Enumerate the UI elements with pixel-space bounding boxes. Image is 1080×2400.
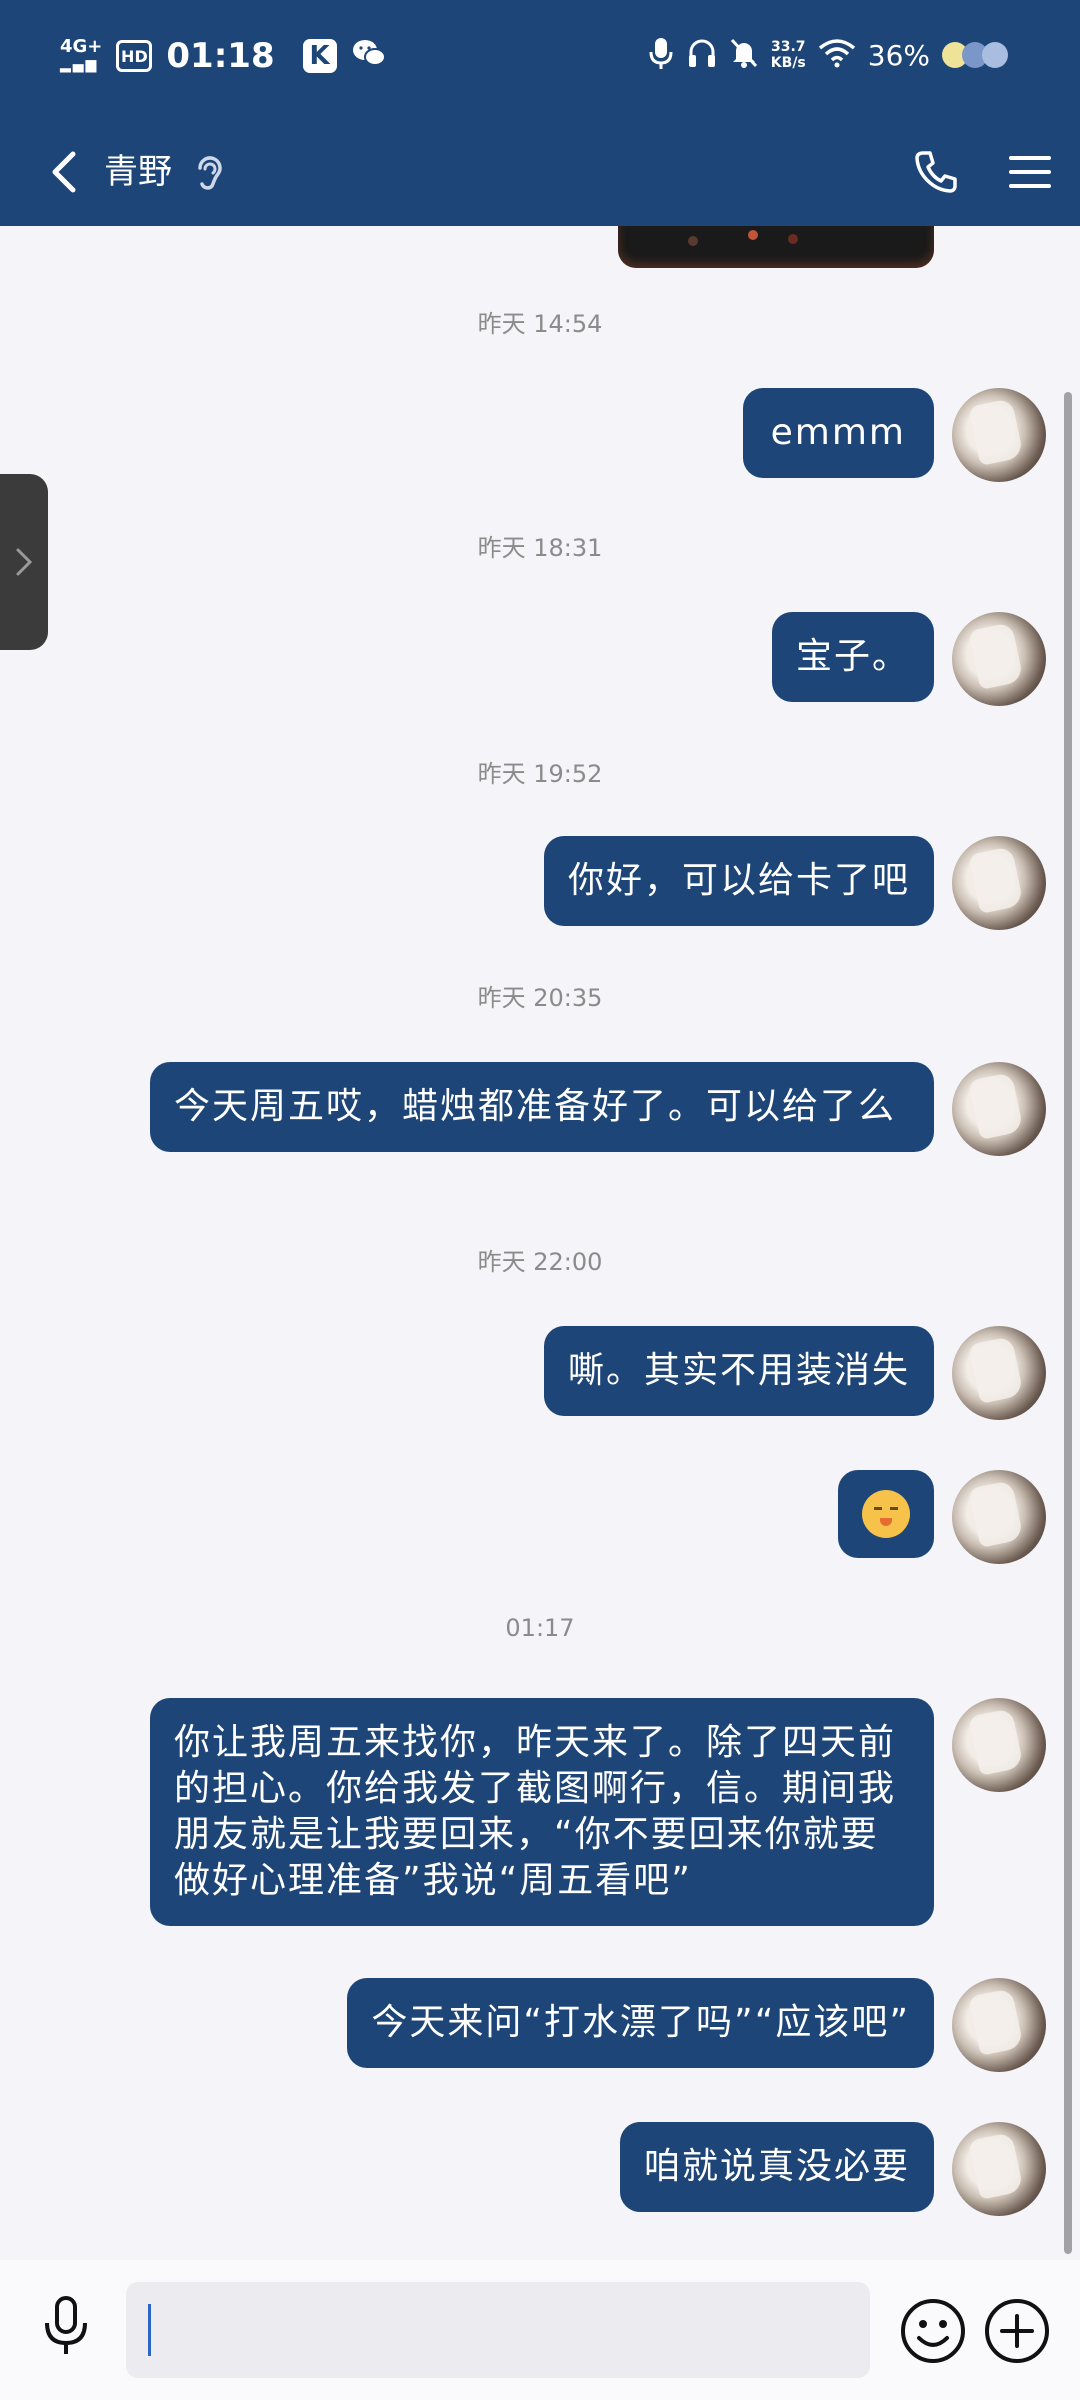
message-bubble[interactable]: 今天来问“打水漂了吗”“应该吧” xyxy=(347,1978,934,2068)
timestamp: 01:17 xyxy=(505,1614,575,1642)
avatar[interactable] xyxy=(952,1470,1046,1564)
notification-dots-icon xyxy=(942,42,1008,68)
message-bubble[interactable]: 今天周五哎，蜡烛都准备好了。可以给了么 xyxy=(150,1062,934,1152)
phone-icon xyxy=(915,151,957,193)
input-bar xyxy=(0,2260,1080,2400)
network-speed: 33.7 KB/s xyxy=(771,39,806,71)
status-bar: 4G+ ▂▄▆ HD 01:18 K 33.7 KB/s 36% xyxy=(0,0,1080,120)
message-bubble[interactable]: 宝子。 xyxy=(771,612,934,702)
chevron-left-icon xyxy=(52,151,76,193)
chevron-right-icon xyxy=(16,548,33,576)
emoji-message-bubble[interactable] xyxy=(838,1470,934,1558)
microphone-status-icon xyxy=(647,36,675,74)
network-indicator: 4G+ ▂▄▆ xyxy=(60,38,102,74)
avatar[interactable] xyxy=(952,388,1046,482)
avatar[interactable] xyxy=(952,1698,1046,1792)
message-bubble[interactable]: 嘶。其实不用装消失 xyxy=(543,1326,934,1416)
mute-bell-icon xyxy=(729,37,759,73)
timestamp: 昨天 18:31 xyxy=(477,534,603,562)
message-bubble[interactable]: 咱就说真没必要 xyxy=(619,2122,934,2212)
avatar[interactable] xyxy=(952,836,1046,930)
speed-unit: KB/s xyxy=(770,55,806,71)
avatar[interactable] xyxy=(952,612,1046,706)
voice-input-button[interactable] xyxy=(34,2294,98,2358)
avatar[interactable] xyxy=(952,1326,1046,1420)
message-bubble[interactable]: 你让我周五来找你，昨天来了。除了四天前的担心。你给我发了截图啊行，信。期间我朋友… xyxy=(150,1698,934,1926)
battery-level: 36% xyxy=(867,38,930,72)
menu-button[interactable] xyxy=(1000,142,1060,202)
avatar[interactable] xyxy=(952,2122,1046,2216)
hd-icon: HD xyxy=(116,40,153,72)
timestamp: 昨天 22:00 xyxy=(477,1248,603,1276)
plus-button-icon[interactable] xyxy=(982,2296,1052,2366)
floating-side-handle[interactable] xyxy=(0,474,48,650)
message-input[interactable] xyxy=(126,2282,870,2378)
scrollbar[interactable] xyxy=(1064,392,1072,2254)
message-bubble[interactable]: 你好，可以给卡了吧 xyxy=(543,836,934,926)
wechat-icon xyxy=(351,37,387,76)
message-bubble[interactable]: emmm xyxy=(742,388,934,478)
voice-call-button[interactable] xyxy=(906,142,966,202)
clock: 01:18 xyxy=(166,36,275,76)
avatar[interactable] xyxy=(952,1978,1046,2072)
back-button[interactable] xyxy=(34,142,94,202)
message-list[interactable]: 昨天 14:54 emmm 昨天 18:31 宝子。 昨天 19:52 你好，可… xyxy=(0,226,1080,2260)
timestamp: 昨天 14:54 xyxy=(477,310,603,338)
k-app-icon: K xyxy=(302,39,337,73)
ear-icon[interactable] xyxy=(190,152,226,192)
speed-value: 33.7 xyxy=(771,39,806,55)
contact-name[interactable]: 青野 xyxy=(104,142,172,202)
text-cursor xyxy=(148,2304,151,2356)
timestamp: 昨天 19:52 xyxy=(477,760,603,788)
timestamp: 昨天 20:35 xyxy=(477,984,603,1012)
emoji-button-icon[interactable] xyxy=(898,2296,968,2366)
previous-image-message[interactable] xyxy=(618,226,934,268)
avatar[interactable] xyxy=(952,1062,1046,1156)
signal-bars-icon: ▂▄▆ xyxy=(60,57,99,73)
confounded-face-emoji-icon xyxy=(862,1490,910,1538)
network-label: 4G+ xyxy=(60,36,103,57)
hamburger-menu-icon xyxy=(1009,156,1051,188)
microphone-icon xyxy=(45,2296,87,2354)
headphones-icon xyxy=(687,37,717,73)
wifi-icon xyxy=(818,38,856,72)
chat-header: 青野 xyxy=(0,120,1080,226)
